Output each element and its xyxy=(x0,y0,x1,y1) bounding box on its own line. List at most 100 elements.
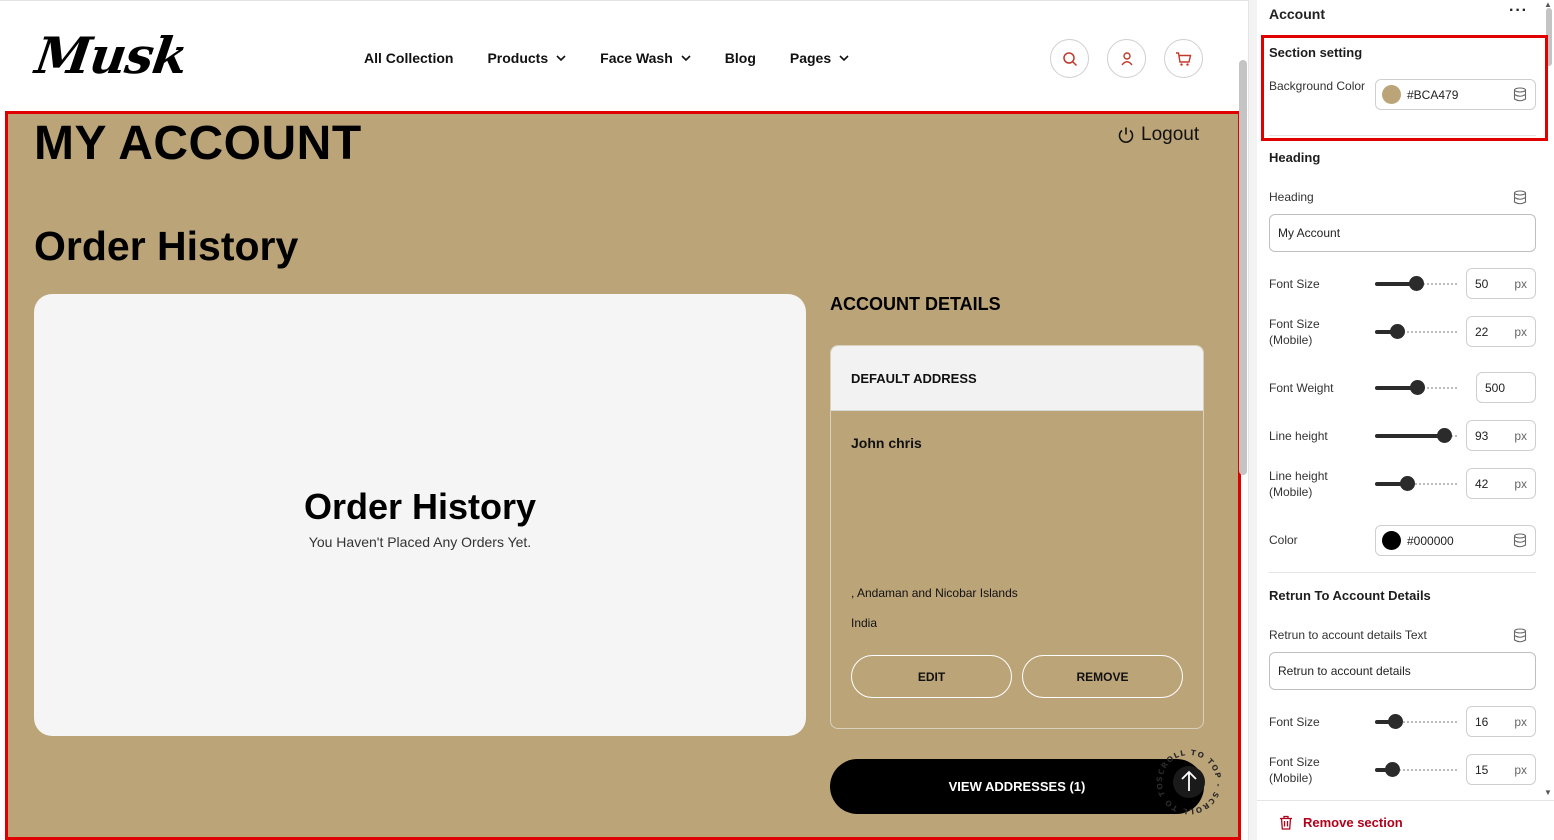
return-text-input[interactable] xyxy=(1269,652,1536,690)
unit-label: px xyxy=(1514,762,1527,777)
slider-thumb[interactable] xyxy=(1437,428,1452,443)
order-history-heading: Order History xyxy=(34,223,299,269)
return-font-size-mobile-input[interactable]: 15 px xyxy=(1466,754,1536,785)
site-logo[interactable]: Musk xyxy=(32,26,191,85)
edit-address-button[interactable]: EDIT xyxy=(851,655,1012,698)
database-icon[interactable] xyxy=(1513,190,1527,205)
scroll-down-icon[interactable]: ▼ xyxy=(1544,788,1552,797)
nav-item-pages[interactable]: Pages xyxy=(790,50,849,66)
background-color-swatch[interactable] xyxy=(1382,85,1401,104)
search-icon xyxy=(1062,51,1077,66)
logout-label: Logout xyxy=(1141,124,1200,145)
settings-panel: Account ··· ▲ ▼ Section setting Backgrou… xyxy=(1257,0,1554,840)
return-font-size-slider[interactable] xyxy=(1375,714,1457,730)
font-size-mobile-input[interactable]: 22 px xyxy=(1466,316,1536,347)
remove-address-button[interactable]: REMOVE xyxy=(1022,655,1183,698)
database-icon[interactable] xyxy=(1513,628,1527,643)
line-height-mobile-input[interactable]: 42 px xyxy=(1466,468,1536,499)
main-nav: All Collection Products Face Wash Blog P… xyxy=(364,50,883,66)
font-size-slider[interactable] xyxy=(1375,276,1457,292)
order-card-message: You Haven't Placed Any Orders Yet. xyxy=(308,534,532,550)
divider xyxy=(1269,135,1536,136)
unit-label: px xyxy=(1514,324,1527,339)
scroll-up-icon[interactable]: ▲ xyxy=(1544,0,1552,9)
view-addresses-button[interactable]: VIEW ADDRESSES (1) xyxy=(830,759,1204,814)
chevron-down-icon xyxy=(556,55,566,62)
unit-label: px xyxy=(1514,476,1527,491)
unit-label: px xyxy=(1514,276,1527,291)
font-weight-input[interactable]: 500 xyxy=(1476,372,1536,403)
font-size-mobile-slider[interactable] xyxy=(1375,324,1457,340)
nav-label: Blog xyxy=(724,50,756,66)
divider xyxy=(1257,800,1554,801)
more-options-icon[interactable]: ··· xyxy=(1509,2,1528,20)
heading-color-swatch[interactable] xyxy=(1382,531,1401,550)
heading-input[interactable] xyxy=(1269,214,1536,252)
return-font-size-mobile-label: Font Size (Mobile) xyxy=(1269,755,1320,785)
address-card-header: DEFAULT ADDRESS xyxy=(831,346,1203,411)
nav-label: All Collection xyxy=(364,50,454,66)
font-size-value: 50 xyxy=(1475,276,1489,291)
line-height-input[interactable]: 93 px xyxy=(1466,420,1536,451)
nav-label: Pages xyxy=(789,50,832,66)
panel-title: Account xyxy=(1269,6,1325,22)
slider-thumb[interactable] xyxy=(1388,714,1403,729)
user-icon xyxy=(1120,51,1133,65)
account-section: MY ACCOUNT Logout Order History Order Hi… xyxy=(7,114,1239,840)
line-height-slider[interactable] xyxy=(1375,428,1457,444)
font-weight-value: 500 xyxy=(1485,380,1506,395)
preview-scrollbar[interactable] xyxy=(1239,60,1247,475)
chevron-down-icon xyxy=(839,55,849,62)
database-icon[interactable] xyxy=(1513,87,1527,102)
section-setting-title: Section setting xyxy=(1269,45,1363,60)
address-region: , Andaman and Nicobar Islands xyxy=(851,586,1018,600)
cart-icon xyxy=(1176,51,1192,66)
divider xyxy=(1269,572,1536,573)
nav-item-products[interactable]: Products xyxy=(487,50,566,66)
heading-section-title: Heading xyxy=(1269,150,1321,165)
return-font-size-value: 16 xyxy=(1475,714,1489,729)
nav-label: Products xyxy=(487,50,549,66)
line-height-mobile-slider[interactable] xyxy=(1375,476,1457,492)
scroll-to-top-button[interactable]: SCROLL TO TOP - SCROLL TO TOP - xyxy=(1155,748,1223,816)
background-color-field[interactable]: #BCA479 xyxy=(1375,79,1536,110)
address-name: John chris xyxy=(851,435,922,451)
slider-thumb[interactable] xyxy=(1410,380,1425,395)
panel-scrollbar[interactable] xyxy=(1546,8,1552,66)
font-weight-slider[interactable] xyxy=(1375,380,1457,396)
font-size-mobile-label: Font Size (Mobile) xyxy=(1269,317,1320,347)
heading-label: Heading xyxy=(1269,190,1314,204)
remove-section-button[interactable]: Remove section xyxy=(1279,815,1403,830)
account-button[interactable] xyxy=(1107,39,1146,78)
power-icon xyxy=(1118,127,1134,143)
background-color-value: #BCA479 xyxy=(1407,87,1459,102)
order-card-title: Order History xyxy=(303,486,537,527)
page-title: MY ACCOUNT xyxy=(34,117,362,170)
return-font-size-mobile-slider[interactable] xyxy=(1375,762,1457,778)
address-country: India xyxy=(851,616,878,630)
store-preview: Musk All Collection Products Face Wash B… xyxy=(0,0,1249,840)
remove-section-label: Remove section xyxy=(1303,815,1403,830)
database-icon[interactable] xyxy=(1513,533,1527,548)
nav-item-blog[interactable]: Blog xyxy=(725,50,756,66)
return-font-size-input[interactable]: 16 px xyxy=(1466,706,1536,737)
slider-thumb[interactable] xyxy=(1390,324,1405,339)
nav-item-face-wash[interactable]: Face Wash xyxy=(600,50,691,66)
nav-item-all-collection[interactable]: All Collection xyxy=(364,50,453,66)
logout-link[interactable]: Logout xyxy=(1117,124,1199,146)
font-size-input[interactable]: 50 px xyxy=(1466,268,1536,299)
line-height-label: Line height xyxy=(1269,429,1328,443)
return-font-size-label: Font Size xyxy=(1269,715,1320,729)
unit-label: px xyxy=(1514,428,1527,443)
search-button[interactable] xyxy=(1050,39,1089,78)
heading-color-field[interactable]: #000000 xyxy=(1375,525,1536,556)
font-size-mobile-value: 22 xyxy=(1475,324,1489,339)
slider-thumb[interactable] xyxy=(1400,476,1415,491)
cart-button[interactable] xyxy=(1164,39,1203,78)
slider-thumb[interactable] xyxy=(1385,762,1400,777)
slider-thumb[interactable] xyxy=(1409,276,1424,291)
return-section-title: Retrun To Account Details xyxy=(1269,588,1431,603)
return-text-label: Retrun to account details Text xyxy=(1269,628,1427,642)
return-font-size-mobile-value: 15 xyxy=(1475,762,1489,777)
account-details-title: ACCOUNT DETAILS xyxy=(830,294,1001,314)
